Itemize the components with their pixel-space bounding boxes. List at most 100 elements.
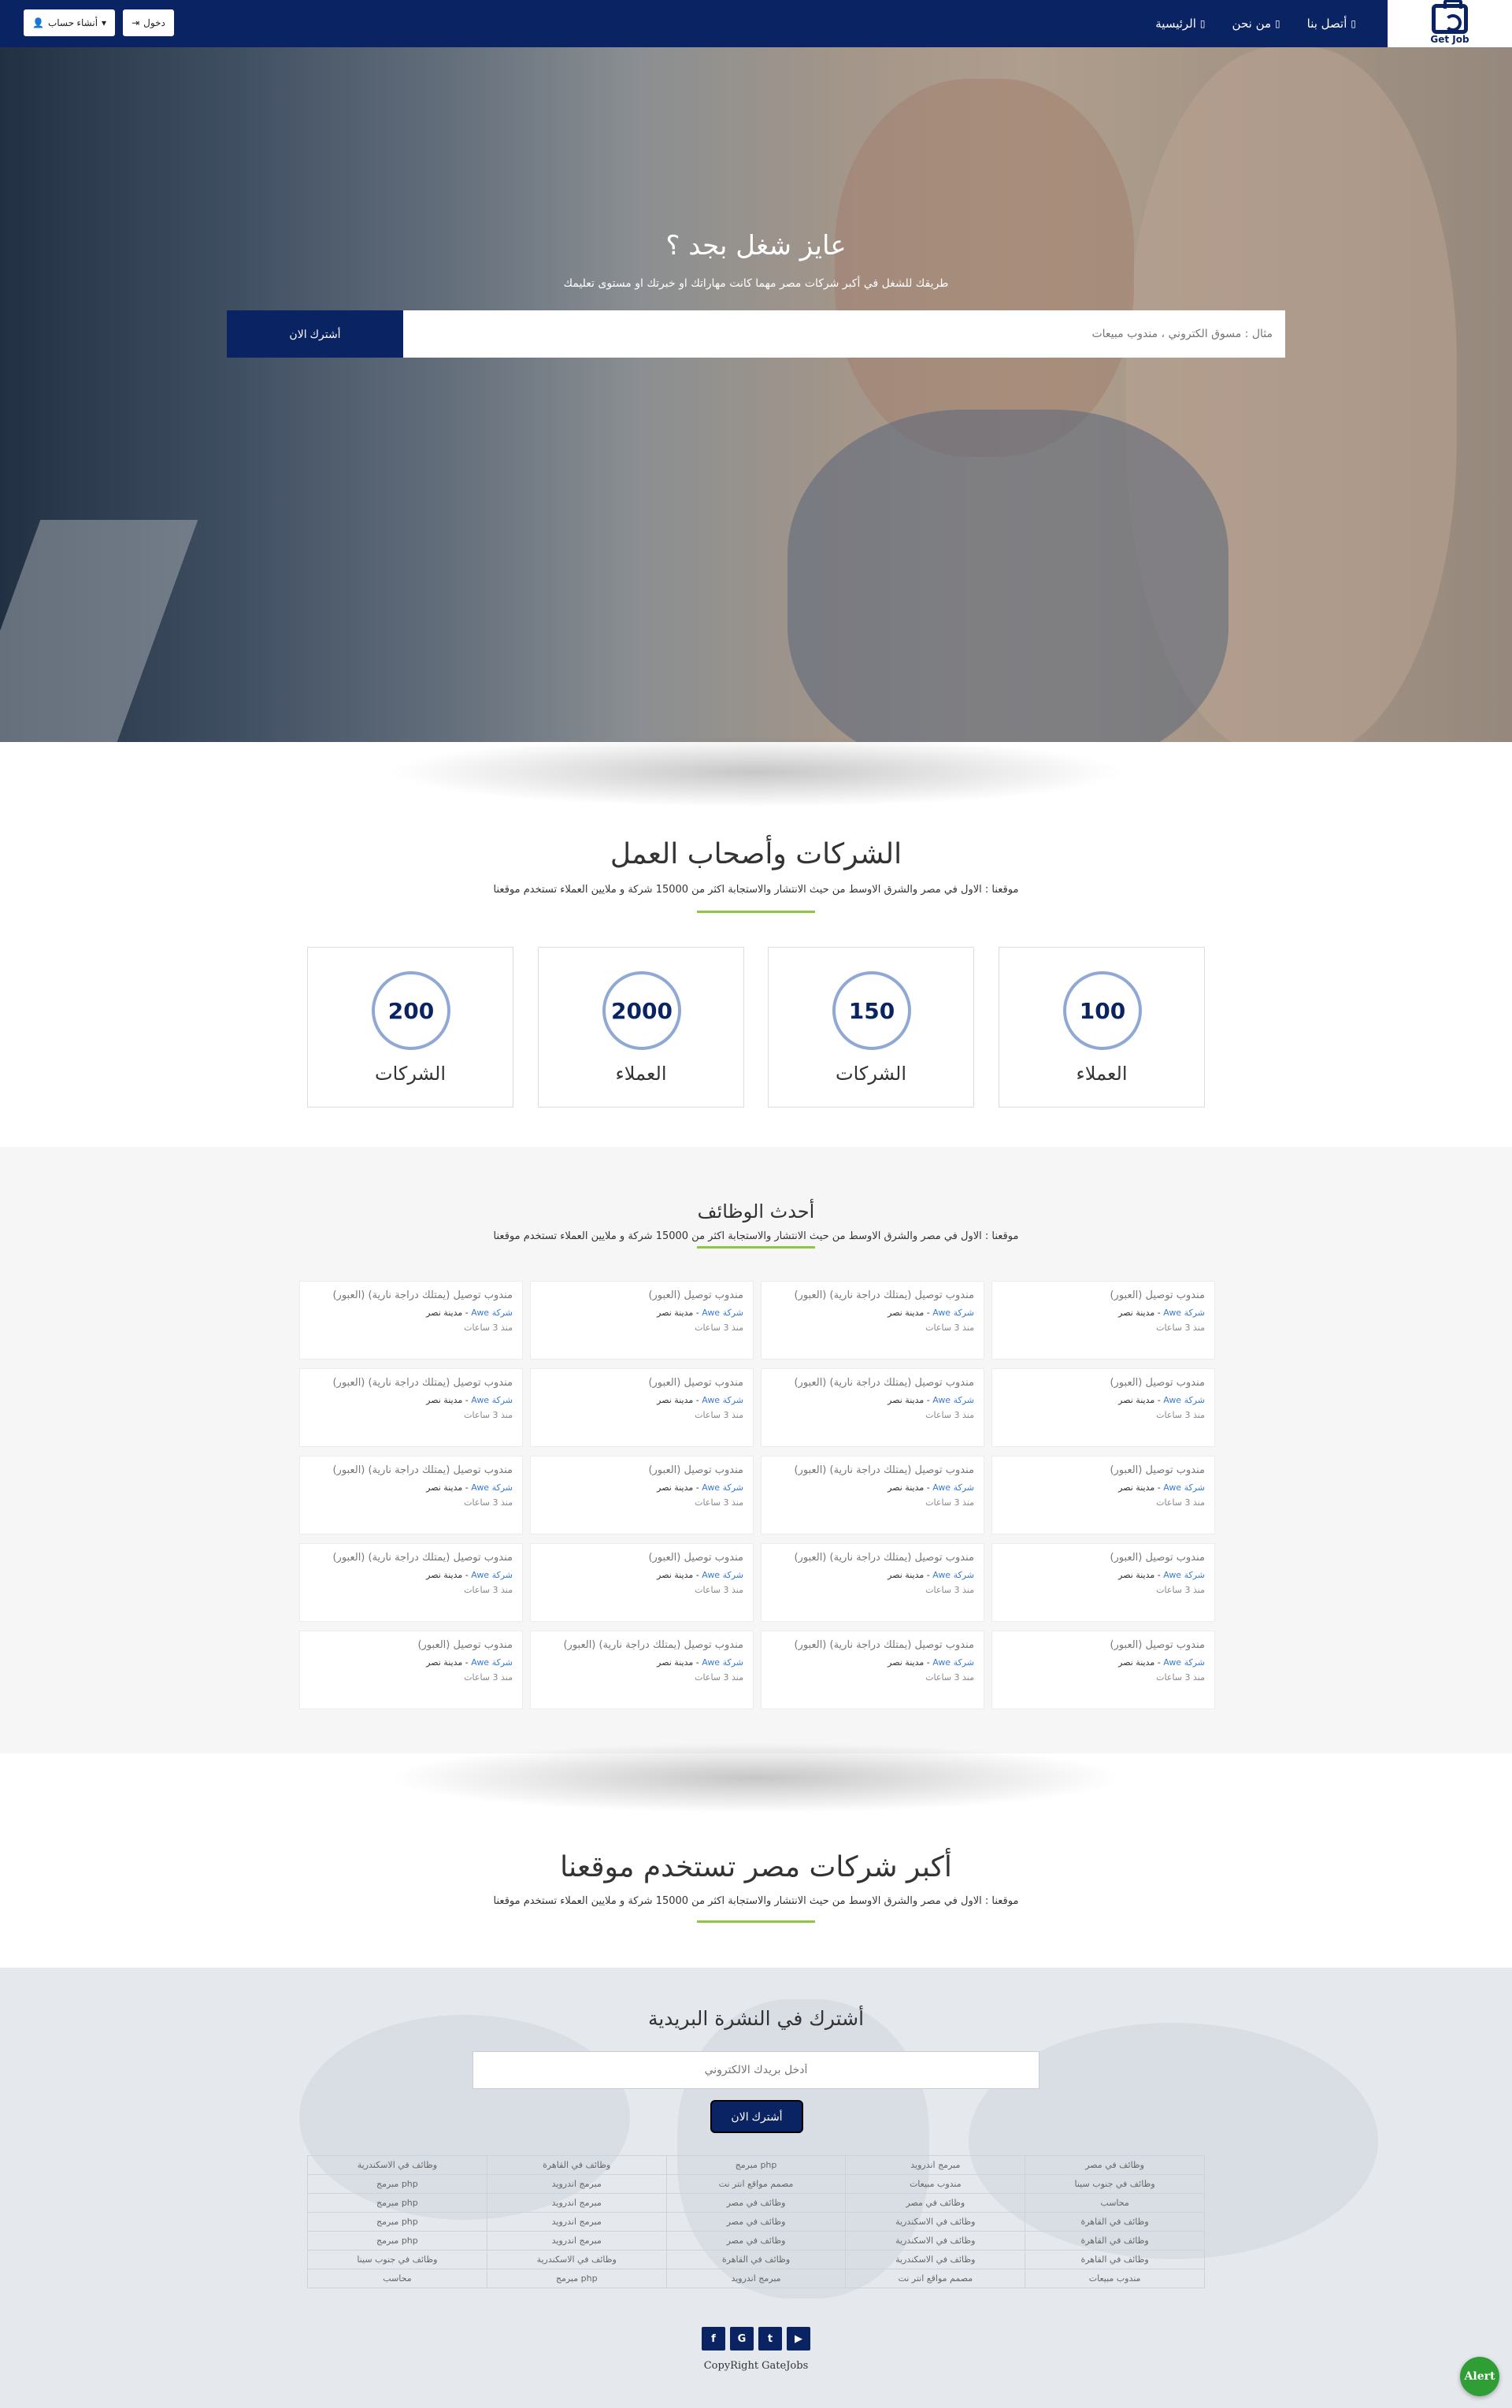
job-company[interactable]: شركة Awe [471,1657,513,1668]
job-card[interactable]: مندوب توصيل (العبور) شركة Awe - مدينة نصر… [299,1631,523,1709]
job-title[interactable]: مندوب توصيل (العبور) [1002,1464,1205,1476]
footer-link[interactable]: php مبرمج [486,2269,667,2288]
footer-link[interactable]: مبرمج اندرويد [845,2155,1026,2175]
login-button[interactable]: ⇥ دخول [123,9,174,36]
job-company[interactable]: شركة Awe [932,1395,974,1405]
job-company[interactable]: شركة Awe [1163,1657,1205,1668]
job-title[interactable]: مندوب توصيل (يمتلك دراجة نارية) (العبور) [309,1552,513,1564]
footer-link[interactable]: محاسب [307,2269,487,2288]
footer-link[interactable]: وظائف في القاهرة [1025,2231,1205,2250]
footer-link[interactable]: مبرمج اندرويد [486,2174,667,2194]
footer-link[interactable]: php مبرمج [307,2193,487,2213]
job-card[interactable]: مندوب توصيل (يمتلك دراجة نارية) (العبور)… [299,1543,523,1622]
job-company[interactable]: شركة Awe [932,1570,974,1580]
job-title[interactable]: مندوب توصيل (العبور) [540,1552,743,1564]
job-card[interactable]: مندوب توصيل (العبور) شركة Awe - مدينة نصر… [991,1631,1215,1709]
youtube-icon[interactable]: ▶ [787,2327,810,2350]
job-company[interactable]: شركة Awe [932,1657,974,1668]
job-card[interactable]: مندوب توصيل (يمتلك دراجة نارية) (العبور)… [530,1631,754,1709]
footer-link[interactable]: وظائف في مصر [845,2193,1026,2213]
footer-link[interactable]: php مبرمج [307,2174,487,2194]
job-company[interactable]: شركة Awe [1163,1395,1205,1405]
google-icon[interactable]: G [730,2327,754,2350]
job-company[interactable]: شركة Awe [702,1657,743,1668]
footer-link[interactable]: وظائف في الاسكندرية [845,2250,1026,2269]
footer-link[interactable]: وظائف في القاهرة [1025,2212,1205,2232]
job-card[interactable]: مندوب توصيل (يمتلك دراجة نارية) (العبور)… [761,1543,984,1622]
footer-link[interactable]: مبرمج اندرويد [486,2212,667,2232]
footer-link[interactable]: محاسب [1025,2193,1205,2213]
job-company[interactable]: شركة Awe [702,1482,743,1493]
job-title[interactable]: مندوب توصيل (يمتلك دراجة نارية) (العبور) [309,1289,513,1301]
footer-link[interactable]: وظائف في جنوب سينا [1025,2174,1205,2194]
job-company[interactable]: شركة Awe [702,1308,743,1318]
job-card[interactable]: مندوب توصيل (يمتلك دراجة نارية) (العبور)… [299,1368,523,1447]
job-title[interactable]: مندوب توصيل (العبور) [1002,1377,1205,1389]
footer-link[interactable]: وظائف في جنوب سينا [307,2250,487,2269]
newsletter-subscribe-button[interactable]: أشترك الان [710,2100,803,2133]
job-company[interactable]: شركة Awe [471,1395,513,1405]
job-title[interactable]: مندوب توصيل (يمتلك دراجة نارية) (العبور) [771,1377,974,1389]
job-card[interactable]: مندوب توصيل (العبور) شركة Awe - مدينة نصر… [991,1543,1215,1622]
job-company[interactable]: شركة Awe [932,1308,974,1318]
job-title[interactable]: مندوب توصيل (يمتلك دراجة نارية) (العبور) [309,1464,513,1476]
job-card[interactable]: مندوب توصيل (العبور) شركة Awe - مدينة نصر… [530,1456,754,1534]
job-title[interactable]: مندوب توصيل (العبور) [1002,1639,1205,1651]
job-title[interactable]: مندوب توصيل (العبور) [540,1377,743,1389]
footer-link[interactable]: وظائف في الاسكندرية [845,2231,1026,2250]
nav-link-home[interactable]: الرئيسية ▯ [1155,17,1205,31]
job-title[interactable]: مندوب توصيل (يمتلك دراجة نارية) (العبور) [771,1639,974,1651]
job-card[interactable]: مندوب توصيل (يمتلك دراجة نارية) (العبور)… [299,1456,523,1534]
footer-link[interactable]: وظائف في الاسكندرية [307,2155,487,2175]
alert-button[interactable]: Alert [1460,2357,1499,2396]
footer-link[interactable]: php مبرمج [665,2155,847,2175]
job-title[interactable]: مندوب توصيل (يمتلك دراجة نارية) (العبور) [540,1639,743,1651]
footer-link[interactable]: php مبرمج [307,2212,487,2232]
footer-link[interactable]: مندوب مبيعات [1025,2269,1205,2288]
job-card[interactable]: مندوب توصيل (يمتلك دراجة نارية) (العبور)… [761,1281,984,1360]
footer-link[interactable]: مصمم مواقع انتر نت [665,2174,847,2194]
footer-link[interactable]: مصمم مواقع انتر نت [845,2269,1026,2288]
job-title[interactable]: مندوب توصيل (يمتلك دراجة نارية) (العبور) [771,1289,974,1301]
register-button[interactable]: 👤 أنشاء حساب ▾ [24,9,116,36]
facebook-icon[interactable]: f [702,2327,725,2350]
footer-link[interactable]: وظائف في القاهرة [486,2155,667,2175]
footer-link[interactable]: وظائف في مصر [665,2231,847,2250]
job-company[interactable]: شركة Awe [702,1395,743,1405]
job-title[interactable]: مندوب توصيل (العبور) [309,1639,513,1651]
footer-link[interactable]: وظائف في مصر [665,2212,847,2232]
footer-link[interactable]: وظائف في مصر [665,2193,847,2213]
newsletter-email-input[interactable] [472,2051,1040,2089]
job-card[interactable]: مندوب توصيل (العبور) شركة Awe - مدينة نصر… [530,1281,754,1360]
job-title[interactable]: مندوب توصيل (يمتلك دراجة نارية) (العبور) [309,1377,513,1389]
job-card[interactable]: مندوب توصيل (العبور) شركة Awe - مدينة نصر… [991,1456,1215,1534]
footer-link[interactable]: وظائف في مصر [1025,2155,1205,2175]
job-company[interactable]: شركة Awe [471,1570,513,1580]
job-company[interactable]: شركة Awe [471,1308,513,1318]
footer-link[interactable]: php مبرمج [307,2231,487,2250]
footer-link[interactable]: وظائف في الاسكندرية [845,2212,1026,2232]
nav-link-about[interactable]: من نحن ▯ [1232,17,1280,31]
footer-link[interactable]: مبرمج اندرويد [665,2269,847,2288]
footer-link[interactable]: مبرمج اندرويد [486,2231,667,2250]
job-title[interactable]: مندوب توصيل (العبور) [540,1289,743,1301]
job-company[interactable]: شركة Awe [702,1570,743,1580]
job-title[interactable]: مندوب توصيل (العبور) [1002,1552,1205,1564]
footer-link[interactable]: وظائف في القاهرة [1025,2250,1205,2269]
job-company[interactable]: شركة Awe [932,1482,974,1493]
job-card[interactable]: مندوب توصيل (العبور) شركة Awe - مدينة نصر… [530,1368,754,1447]
job-title[interactable]: مندوب توصيل (يمتلك دراجة نارية) (العبور) [771,1464,974,1476]
job-card[interactable]: مندوب توصيل (يمتلك دراجة نارية) (العبور)… [761,1456,984,1534]
job-card[interactable]: مندوب توصيل (العبور) شركة Awe - مدينة نصر… [991,1368,1215,1447]
job-card[interactable]: مندوب توصيل (يمتلك دراجة نارية) (العبور)… [761,1631,984,1709]
job-title[interactable]: مندوب توصيل (يمتلك دراجة نارية) (العبور) [771,1552,974,1564]
twitter-icon[interactable]: t [758,2327,782,2350]
job-company[interactable]: شركة Awe [1163,1308,1205,1318]
job-card[interactable]: مندوب توصيل (يمتلك دراجة نارية) (العبور)… [299,1281,523,1360]
site-logo[interactable]: Get Job [1388,0,1512,47]
footer-link[interactable]: مبرمج اندرويد [486,2193,667,2213]
job-card[interactable]: مندوب توصيل (العبور) شركة Awe - مدينة نصر… [991,1281,1215,1360]
job-company[interactable]: شركة Awe [1163,1482,1205,1493]
subscribe-now-button[interactable]: أشترك الان [227,310,403,358]
job-card[interactable]: مندوب توصيل (يمتلك دراجة نارية) (العبور)… [761,1368,984,1447]
